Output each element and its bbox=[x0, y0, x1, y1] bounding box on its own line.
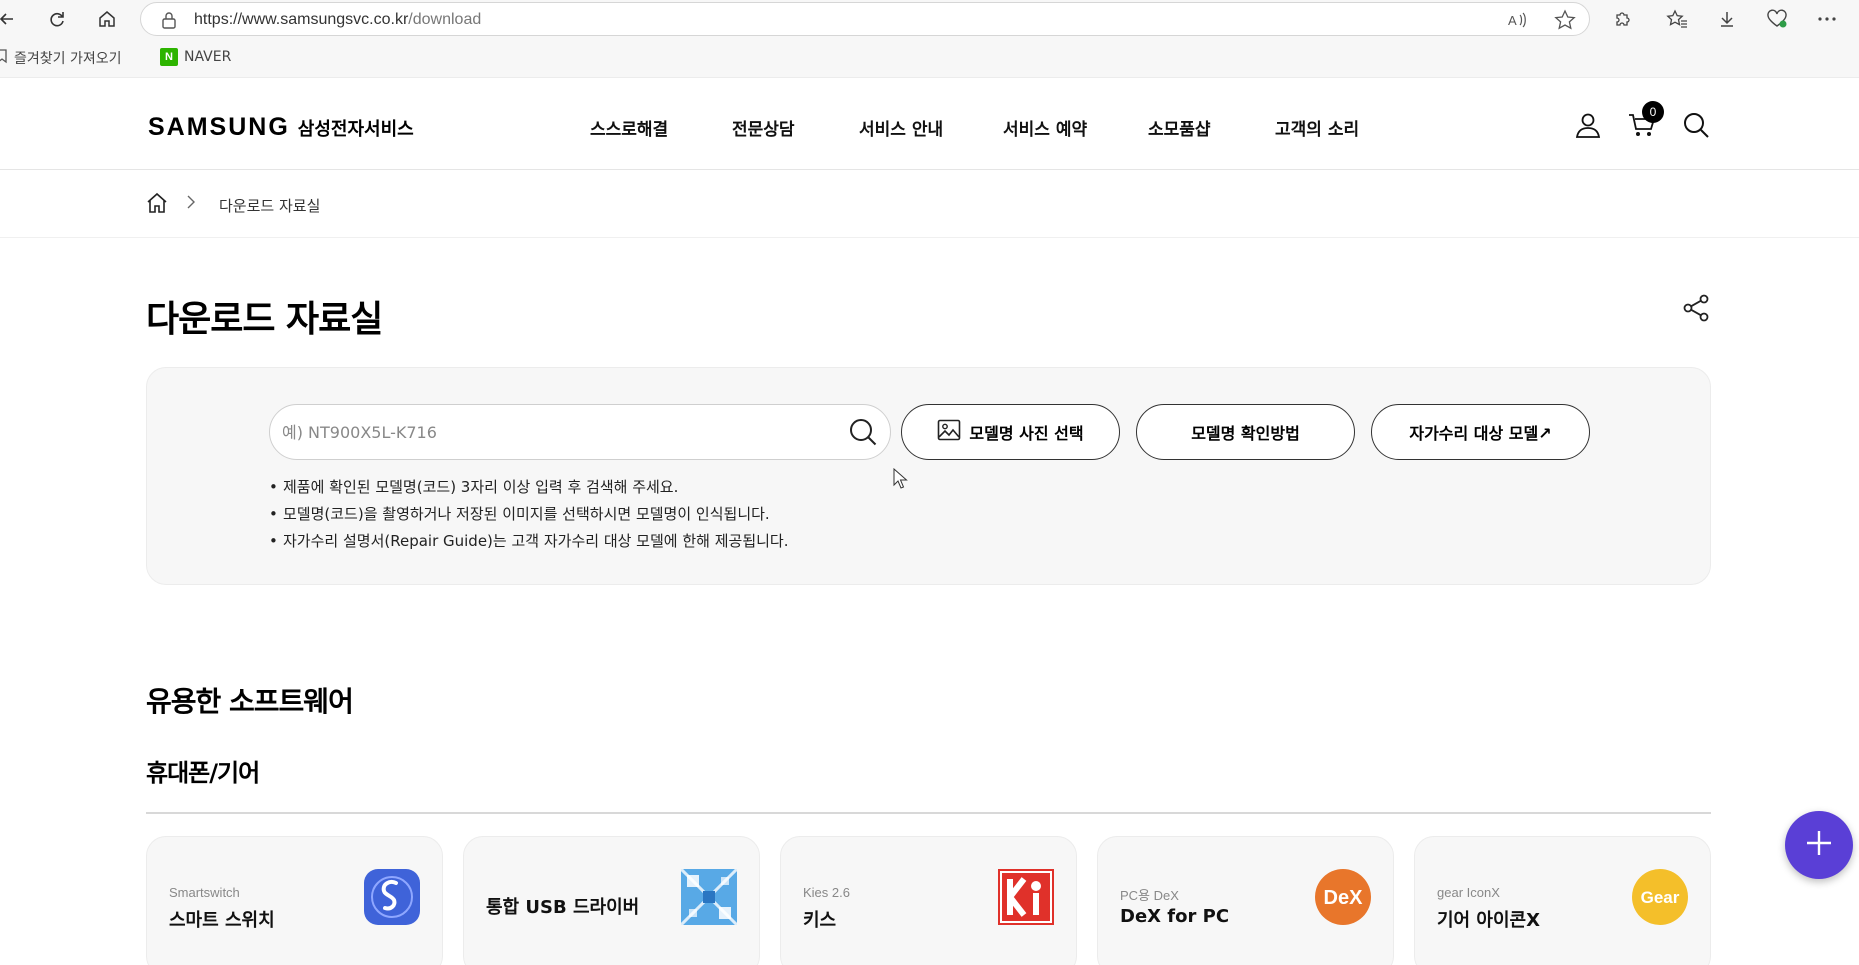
usb-driver-icon bbox=[679, 867, 739, 927]
gear-icon-label: Gear bbox=[1641, 888, 1680, 907]
image-icon bbox=[937, 419, 961, 445]
more-options-icon[interactable] bbox=[1814, 6, 1840, 32]
search-icon[interactable] bbox=[1678, 107, 1714, 143]
refresh-icon[interactable] bbox=[44, 6, 70, 32]
card-korean-name: 기어 아이콘X bbox=[1437, 910, 1540, 931]
card-english-name: Smartswitch bbox=[169, 885, 240, 900]
address-bar[interactable]: https://www.samsungsvc.co.kr/download A bbox=[140, 2, 1590, 36]
nav-customer-voice[interactable]: 고객의 소리 bbox=[1275, 115, 1359, 140]
bookmark-import-label: 즐겨찾기 가져오기 bbox=[14, 51, 122, 67]
software-card-usb-driver[interactable]: 통합 USB 드라이버 bbox=[463, 836, 760, 965]
read-aloud-icon[interactable]: A bbox=[1506, 9, 1528, 35]
card-english-name: Kies 2.6 bbox=[803, 885, 850, 900]
bookmark-import[interactable]: 즐겨찾기 가져오기 bbox=[0, 48, 122, 68]
software-card-smartswitch[interactable]: Smartswitch 스마트 스위치 bbox=[146, 836, 443, 965]
floating-plus-button[interactable] bbox=[1785, 811, 1853, 879]
bookmark-naver-label: NAVER bbox=[184, 49, 232, 65]
breadcrumb-home-icon[interactable] bbox=[146, 192, 168, 218]
model-search-panel: 모델명 사진 선택 모델명 확인방법 자가수리 대상 모델↗ 제품에 확인된 모… bbox=[146, 367, 1711, 585]
search-notes: 제품에 확인된 모델명(코드) 3자리 이상 입력 후 검색해 주세요. 모델명… bbox=[269, 474, 789, 555]
software-card-dex[interactable]: PC용 DeX DeX for PC DeX bbox=[1097, 836, 1394, 965]
home-icon[interactable] bbox=[94, 6, 120, 32]
smartswitch-icon bbox=[364, 869, 420, 925]
software-section-title: 유용한 소프트웨어 bbox=[146, 685, 354, 718]
nav-consumables-shop[interactable]: 소모품샵 bbox=[1148, 115, 1211, 140]
chevron-right-icon bbox=[186, 194, 196, 214]
logo-brand: SAMSUNG bbox=[148, 113, 290, 141]
site-header: SAMSUNG 삼성전자서비스 스스로해결 전문상담 서비스 안내 서비스 예약… bbox=[0, 79, 1859, 170]
browser-toolbar: https://www.samsungsvc.co.kr/download A bbox=[0, 0, 1859, 38]
card-korean-name: DeX for PC bbox=[1120, 906, 1230, 927]
card-korean-name: 키스 bbox=[803, 910, 837, 931]
nav-expert-consult[interactable]: 전문상담 bbox=[732, 115, 795, 140]
page-title: 다운로드 자료실 bbox=[146, 299, 383, 340]
search-note: 모델명(코드)을 촬영하거나 저장된 이미지를 선택하시면 모델명이 인식됩니다… bbox=[269, 501, 789, 528]
svg-text:A: A bbox=[1508, 13, 1517, 28]
url-text: https://www.samsungsvc.co.kr/download bbox=[194, 11, 482, 28]
dex-icon: DeX bbox=[1315, 869, 1371, 925]
cart-count-badge: 0 bbox=[1642, 101, 1664, 123]
logo-subtitle: 삼성전자서비스 bbox=[297, 119, 414, 140]
category-title: 휴대폰/기어 bbox=[146, 759, 260, 787]
search-note: 자가수리 설명서(Repair Guide)는 고객 자가수리 대상 모델에 한… bbox=[269, 528, 789, 555]
download-icon[interactable] bbox=[1714, 6, 1740, 32]
card-english-name: gear IconX bbox=[1437, 885, 1500, 900]
plus-icon bbox=[1804, 828, 1834, 862]
lock-icon[interactable] bbox=[161, 11, 177, 33]
card-korean-name: 스마트 스위치 bbox=[169, 910, 275, 931]
search-submit-icon[interactable] bbox=[846, 415, 880, 449]
bookmarks-bar: 즐겨찾기 가져오기 N NAVER bbox=[0, 38, 1859, 78]
dex-icon-label: DeX bbox=[1324, 887, 1364, 909]
favorites-icon[interactable] bbox=[1664, 6, 1690, 32]
back-icon[interactable] bbox=[0, 6, 20, 32]
self-repair-models-button[interactable]: 자가수리 대상 모델↗ bbox=[1371, 404, 1590, 460]
category-divider bbox=[146, 812, 1711, 814]
mouse-cursor-icon bbox=[893, 467, 909, 494]
software-card-gear-iconx[interactable]: gear IconX 기어 아이콘X Gear bbox=[1414, 836, 1711, 965]
kies-icon bbox=[998, 869, 1054, 925]
user-icon[interactable] bbox=[1570, 107, 1606, 143]
nav-self-solve[interactable]: 스스로해결 bbox=[590, 115, 668, 140]
nav-service-info[interactable]: 서비스 안내 bbox=[859, 115, 943, 140]
breadcrumb: 다운로드 자료실 bbox=[0, 170, 1859, 238]
software-card-kies[interactable]: Kies 2.6 키스 bbox=[780, 836, 1077, 965]
bookmark-import-icon bbox=[0, 48, 8, 68]
breadcrumb-current: 다운로드 자료실 bbox=[219, 197, 321, 215]
bookmark-naver[interactable]: N NAVER bbox=[160, 48, 231, 66]
self-repair-models-label: 자가수리 대상 모델↗ bbox=[1409, 424, 1552, 443]
browser-health-icon[interactable] bbox=[1764, 6, 1790, 32]
card-english-name: PC용 DeX bbox=[1120, 888, 1179, 903]
model-howto-label: 모델명 확인방법 bbox=[1191, 424, 1300, 443]
favorite-star-icon[interactable] bbox=[1554, 9, 1576, 35]
naver-logo-icon: N bbox=[160, 48, 178, 66]
samsung-logo[interactable]: SAMSUNG 삼성전자서비스 bbox=[148, 113, 414, 142]
gear-iconx-icon: Gear bbox=[1632, 869, 1688, 925]
model-search-input[interactable] bbox=[282, 405, 842, 459]
card-korean-name: 통합 USB 드라이버 bbox=[486, 897, 640, 918]
model-search-field[interactable] bbox=[269, 404, 891, 460]
photo-select-label: 모델명 사진 선택 bbox=[969, 424, 1084, 443]
extensions-icon[interactable] bbox=[1610, 6, 1636, 32]
photo-select-button[interactable]: 모델명 사진 선택 bbox=[901, 404, 1120, 460]
share-icon[interactable] bbox=[1681, 293, 1711, 327]
search-note: 제품에 확인된 모델명(코드) 3자리 이상 입력 후 검색해 주세요. bbox=[269, 474, 789, 501]
nav-service-booking[interactable]: 서비스 예약 bbox=[1003, 115, 1087, 140]
model-howto-button[interactable]: 모델명 확인방법 bbox=[1136, 404, 1355, 460]
